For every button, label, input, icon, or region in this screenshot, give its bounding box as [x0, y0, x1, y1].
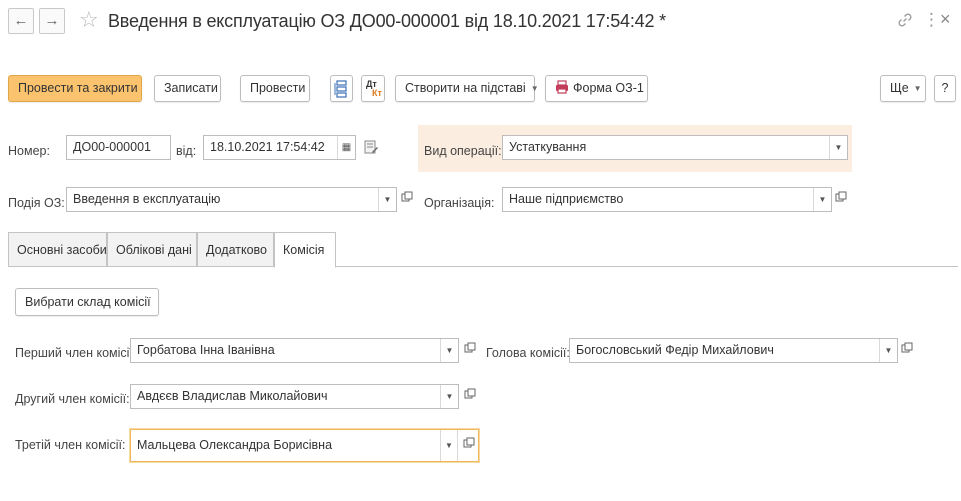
structure-icon [334, 80, 347, 98]
chevron-down-icon: ▼ [530, 84, 539, 94]
create-based-on-button[interactable]: Створити на підставі ▼ [395, 75, 539, 102]
calendar-icon[interactable]: ▦ [337, 136, 355, 159]
post-button[interactable]: Провести [240, 75, 310, 102]
event-select[interactable]: Введення в експлуатацію ▼ [66, 187, 397, 212]
chevron-down-icon: ▼ [913, 84, 922, 94]
structure-button[interactable] [330, 75, 353, 102]
tab-accounting-data[interactable]: Облікові дані [107, 232, 197, 267]
note-edit-icon[interactable] [362, 138, 380, 156]
more-label: Ще [890, 81, 909, 95]
open-second-member-icon[interactable] [462, 386, 478, 406]
create-based-on-label: Створити на підставі [405, 81, 526, 95]
org-label: Організація: [424, 196, 495, 210]
dt-kt-button[interactable]: Дт Кт [361, 75, 385, 102]
help-label: ? [941, 81, 949, 95]
event-value: Введення в експлуатацію [73, 192, 221, 206]
event-label: Подія ОЗ: [8, 196, 65, 210]
open-head-icon[interactable] [899, 340, 915, 360]
forward-button[interactable]: → [39, 8, 65, 34]
open-first-member-icon[interactable] [462, 340, 478, 360]
tab-additional-label: Додатково [206, 243, 267, 257]
tab-fixed-assets[interactable]: Основні засоби [8, 232, 107, 267]
kt-icon-text: Кт [372, 88, 382, 98]
more-button[interactable]: Ще ▼ [880, 75, 926, 102]
dt-kt-icon: Дт Кт [362, 76, 384, 101]
date-field[interactable]: 18.10.2021 17:54:42 ▦ [203, 135, 356, 160]
third-member-value: Мальцева Олександра Борисівна [137, 438, 333, 452]
chevron-down-icon[interactable]: ▼ [440, 430, 458, 461]
operation-value: Устаткування [509, 140, 587, 154]
number-label: Номер: [8, 144, 50, 158]
post-label: Провести [250, 81, 306, 95]
open-org-icon[interactable] [833, 189, 849, 209]
save-label: Записати [164, 81, 218, 95]
tab-additional[interactable]: Додатково [197, 232, 274, 267]
back-arrow-icon: ← [13, 12, 29, 29]
third-member-label: Третій член комісії: [15, 438, 126, 452]
third-member-select[interactable]: Мальцева Олександра Борисівна ▼ [130, 429, 479, 462]
first-member-value: Горбатова Інна Іванівна [137, 343, 275, 357]
close-icon[interactable]: × [940, 8, 951, 30]
head-value: Богословський Федір Михайлович [576, 343, 774, 357]
second-member-label: Другий член комісії: [15, 392, 130, 406]
chevron-down-icon[interactable]: ▼ [829, 136, 847, 159]
first-member-select[interactable]: Горбатова Інна Іванівна ▼ [130, 338, 459, 363]
back-button[interactable]: ← [8, 8, 34, 34]
forward-arrow-icon: → [44, 12, 60, 29]
number-value: ДО00-000001 [73, 140, 151, 154]
first-member-label: Перший член комісії: [15, 346, 137, 360]
save-button[interactable]: Записати [154, 75, 221, 102]
open-third-member-icon[interactable] [461, 435, 477, 455]
form-os1-label: Форма ОЗ-1 [573, 81, 644, 95]
date-label: від: [176, 144, 197, 158]
head-label: Голова комісії: [486, 346, 570, 360]
printer-icon [556, 80, 568, 94]
chevron-down-icon[interactable]: ▼ [378, 188, 396, 211]
post-and-close-button[interactable]: Провести та закрити [8, 75, 142, 102]
select-commission-label: Вибрати склад комісії [25, 295, 151, 309]
operation-select[interactable]: Устаткування ▼ [502, 135, 848, 160]
tab-accounting-data-label: Облікові дані [116, 243, 192, 257]
second-member-value: Авдєєв Владислав Миколайович [137, 389, 328, 403]
date-value: 18.10.2021 17:54:42 [210, 140, 325, 154]
more-menu-icon[interactable]: ⋮ [923, 9, 940, 31]
chevron-down-icon[interactable]: ▼ [440, 385, 458, 408]
open-event-icon[interactable] [399, 189, 415, 209]
chevron-down-icon[interactable]: ▼ [879, 339, 897, 362]
org-select[interactable]: Наше підприємство ▼ [502, 187, 832, 212]
chevron-down-icon[interactable]: ▼ [440, 339, 458, 362]
form-os1-button[interactable]: Форма ОЗ-1 [545, 75, 648, 102]
org-value: Наше підприємство [509, 192, 624, 206]
help-button[interactable]: ? [934, 75, 956, 102]
tab-commission-label: Комісія [283, 243, 325, 257]
number-field[interactable]: ДО00-000001 [66, 135, 171, 160]
second-member-select[interactable]: Авдєєв Владислав Миколайович ▼ [130, 384, 459, 409]
tab-commission[interactable]: Комісія [274, 232, 336, 268]
link-icon[interactable] [896, 11, 914, 29]
operation-label: Вид операції: [424, 144, 502, 158]
tab-fixed-assets-label: Основні засоби [17, 243, 107, 257]
post-and-close-label: Провести та закрити [18, 81, 138, 95]
head-select[interactable]: Богословський Федір Михайлович ▼ [569, 338, 898, 363]
page-title: Введення в експлуатацію ОЗ ДО00-000001 в… [108, 11, 666, 31]
select-commission-button[interactable]: Вибрати склад комісії [15, 288, 159, 316]
favorite-star-icon[interactable]: ☆ [79, 6, 99, 34]
chevron-down-icon[interactable]: ▼ [813, 188, 831, 211]
